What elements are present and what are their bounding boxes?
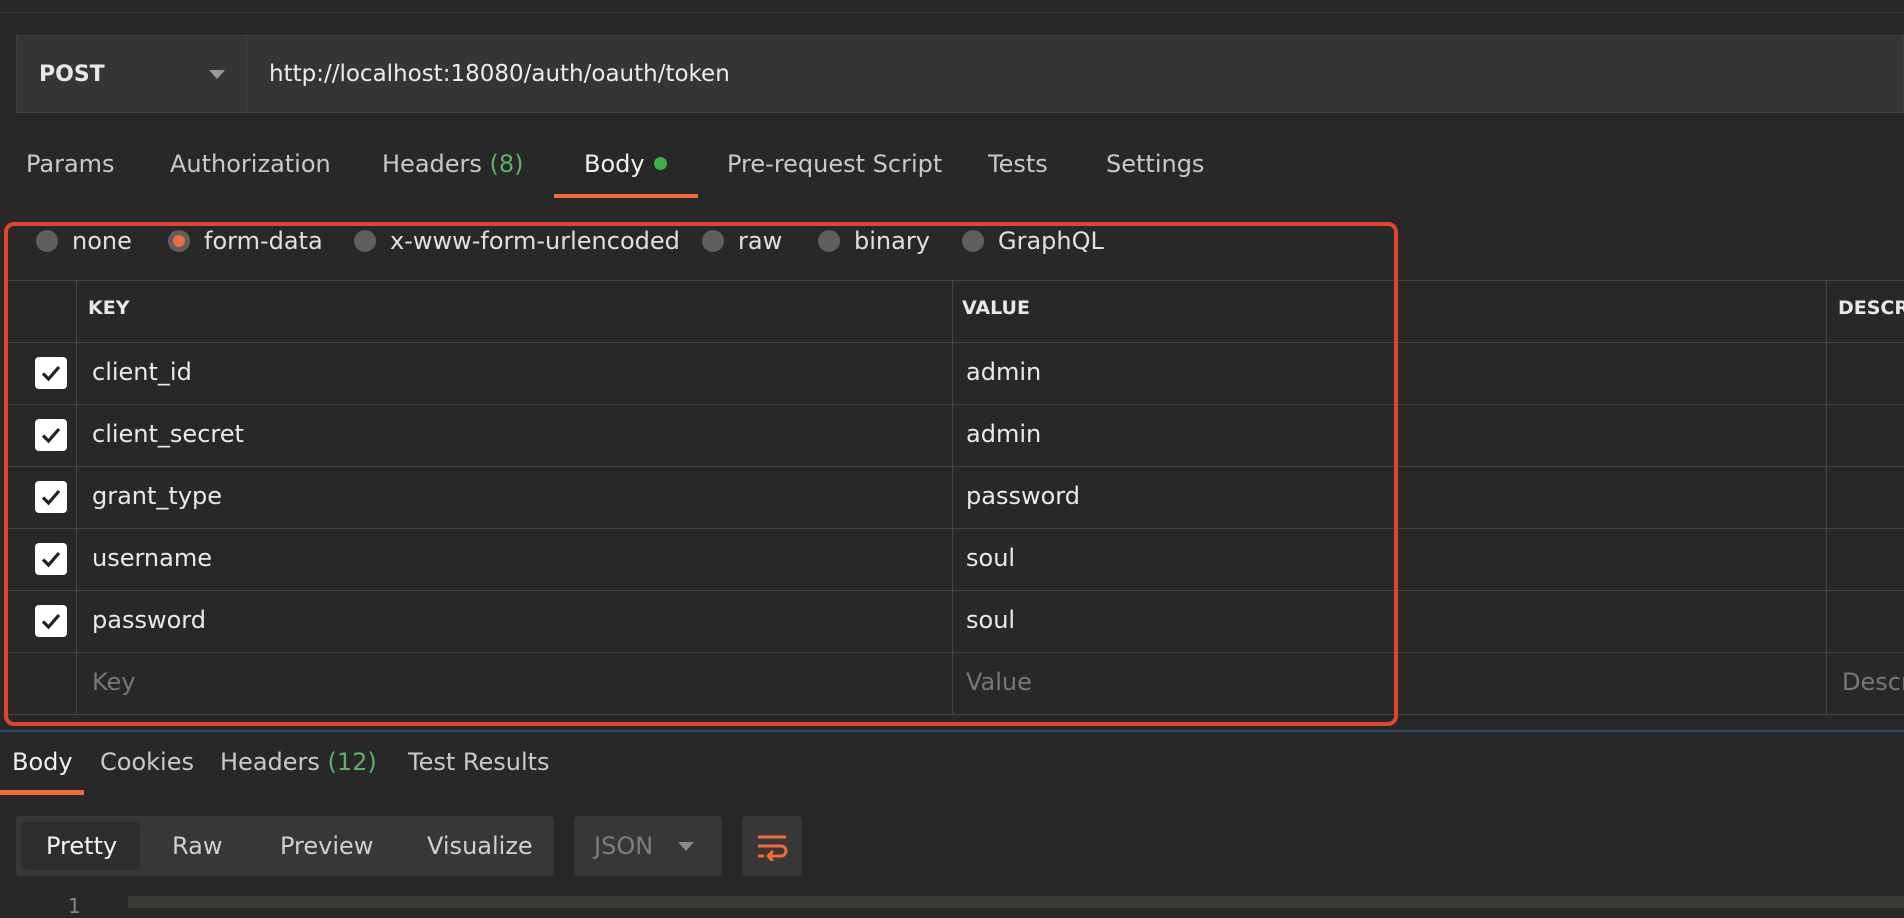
method-label: POST: [39, 61, 105, 87]
wrap-lines-icon: [758, 835, 788, 861]
view-mode-preview[interactable]: Preview: [280, 832, 373, 860]
format-label: JSON: [594, 832, 654, 860]
tab-headers[interactable]: Headers (8): [382, 150, 524, 186]
tab-label: Tests: [988, 150, 1048, 178]
top-divider: [0, 12, 1904, 13]
tab-label: Params: [26, 150, 115, 178]
response-editor[interactable]: [128, 896, 1904, 908]
active-tab-underline: [554, 194, 698, 198]
response-tab-body[interactable]: Body: [12, 748, 73, 776]
headers-count: (8): [489, 150, 524, 178]
tab-label: Settings: [1106, 150, 1205, 178]
tab-body[interactable]: Body: [584, 150, 667, 186]
tab-settings[interactable]: Settings: [1106, 150, 1204, 186]
tab-params[interactable]: Params: [26, 150, 115, 186]
line-number: 1: [68, 894, 81, 918]
tab-pre-request-script[interactable]: Pre-request Script: [727, 150, 942, 186]
response-tab-test-results[interactable]: Test Results: [408, 748, 550, 776]
tab-label: Test Results: [408, 748, 550, 776]
tab-label: Body: [584, 150, 645, 178]
tab-label: Pre-request Script: [727, 150, 943, 178]
method-select[interactable]: POST: [16, 35, 246, 113]
column-header-description: DESCRI: [1838, 297, 1904, 319]
column-divider: [1826, 280, 1827, 714]
tab-label: Body: [12, 748, 73, 776]
url-input[interactable]: http://localhost:18080/auth/oauth/token: [246, 35, 1904, 113]
pane-divider[interactable]: [0, 730, 1904, 732]
view-mode-raw[interactable]: Raw: [172, 832, 222, 860]
chevron-down-icon: [678, 842, 694, 851]
url-text: http://localhost:18080/auth/oauth/token: [269, 61, 730, 87]
tab-label: Headers: [382, 150, 482, 178]
response-tab-headers[interactable]: Headers (12): [220, 748, 377, 776]
body-status-dot: [653, 157, 667, 170]
tab-label: Authorization: [170, 150, 331, 178]
chevron-down-icon: [209, 70, 225, 79]
view-mode-visualize[interactable]: Visualize: [427, 832, 533, 860]
tab-label: Headers: [220, 748, 320, 776]
headers-count: (12): [327, 748, 377, 776]
tab-authorization[interactable]: Authorization: [170, 150, 331, 186]
view-mode-pretty[interactable]: Pretty: [46, 832, 117, 860]
format-select[interactable]: JSON: [574, 816, 722, 876]
highlight-box: [4, 222, 1398, 726]
response-tab-cookies[interactable]: Cookies: [100, 748, 194, 776]
wrap-lines-button[interactable]: [742, 816, 802, 876]
active-response-tab-underline: [0, 790, 84, 795]
new-description-input[interactable]: Descri: [1842, 668, 1904, 696]
tab-label: Cookies: [100, 748, 194, 776]
tab-tests[interactable]: Tests: [988, 150, 1048, 186]
